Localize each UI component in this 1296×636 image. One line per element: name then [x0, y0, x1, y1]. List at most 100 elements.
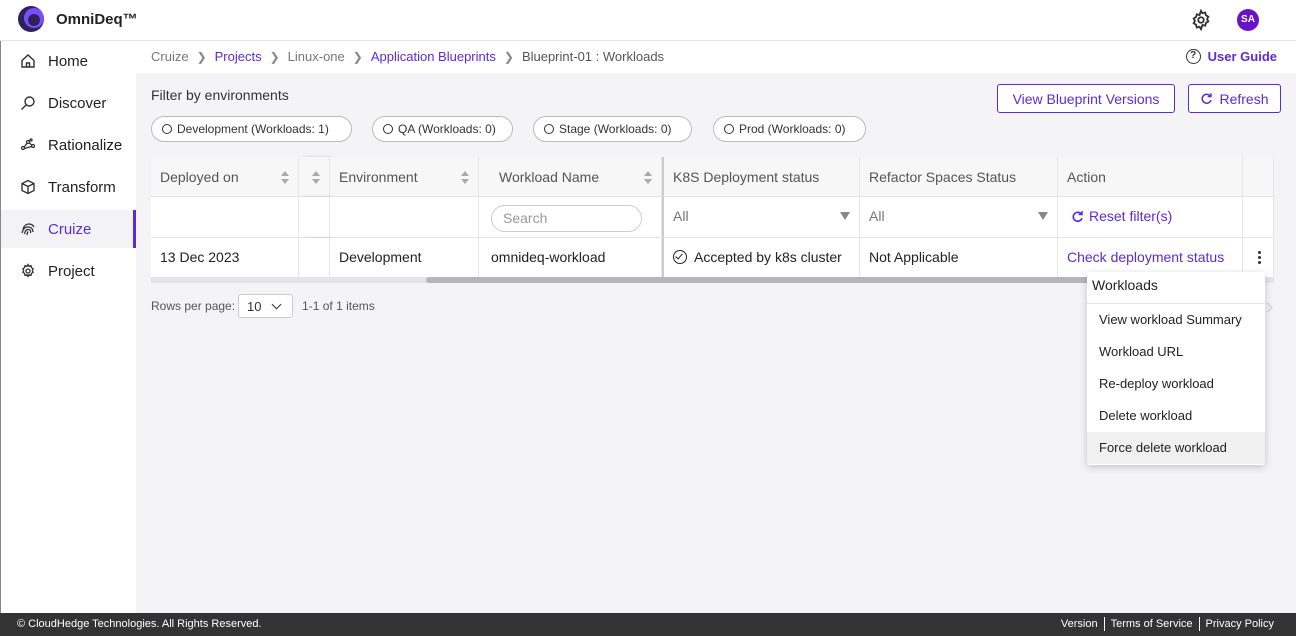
refresh-button[interactable]: Refresh: [1188, 84, 1281, 113]
help-icon: ?: [1185, 49, 1201, 64]
filter-cell: Search: [479, 197, 662, 238]
workloads-table: Deployed on Environment Workload Name K8…: [151, 157, 1274, 283]
user-avatar[interactable]: SA: [1237, 9, 1259, 31]
breadcrumb-projects[interactable]: Projects: [215, 49, 262, 64]
radio-icon: [544, 124, 554, 134]
filter-cell: [299, 197, 330, 238]
footer-link-privacy[interactable]: Privacy Policy: [1200, 618, 1280, 630]
breadcrumb: Cruize ❯ Projects ❯ Linux-one ❯ Applicat…: [151, 49, 664, 64]
k8s-status-filter[interactable]: All: [662, 197, 860, 238]
filter-icon[interactable]: [1038, 212, 1048, 220]
column-header-blank[interactable]: [299, 157, 330, 197]
reset-icon: [1072, 210, 1083, 222]
search-icon: [21, 96, 35, 110]
chevron-down-icon: [271, 299, 282, 310]
settings-gear-icon[interactable]: [1190, 9, 1212, 31]
column-header-label: Workload Name: [499, 169, 600, 185]
rationalize-icon: [20, 138, 36, 151]
column-header-menu: [1243, 157, 1274, 197]
breadcrumb-cruize[interactable]: Cruize: [151, 49, 189, 64]
fingerprint-icon: [21, 223, 35, 236]
column-header-refactor-status[interactable]: Refactor Spaces Status: [860, 157, 1058, 197]
column-header-workload-name[interactable]: Workload Name: [479, 157, 662, 197]
reset-filters-button[interactable]: Reset filter(s): [1071, 208, 1172, 224]
workload-search-input[interactable]: Search: [491, 205, 642, 232]
filter-cell: [1243, 197, 1274, 238]
env-chip-development[interactable]: Development (Workloads: 1): [151, 116, 352, 142]
reset-filters-label: Reset filter(s): [1089, 208, 1173, 224]
filter-cell: [151, 197, 299, 238]
chip-label: Stage (Workloads: 0): [559, 122, 672, 136]
menu-item-view-summary[interactable]: View workload Summary: [1087, 304, 1265, 336]
sidebar-item-label: Transform: [48, 179, 116, 196]
chevron-right-icon: ❯: [503, 49, 514, 64]
main-content: Cruize ❯ Projects ❯ Linux-one ❯ Applicat…: [136, 41, 1296, 613]
more-vertical-icon[interactable]: [1258, 251, 1262, 265]
workload-actions-menu: Workloads View workload Summary Workload…: [1087, 272, 1265, 465]
sort-icon[interactable]: [281, 171, 289, 185]
chevron-right-icon: ❯: [196, 49, 207, 64]
filter-cell: [330, 197, 479, 238]
brand-name[interactable]: OmniDeq™: [56, 11, 138, 28]
env-chip-stage[interactable]: Stage (Workloads: 0): [533, 116, 692, 142]
sort-icon[interactable]: [461, 171, 469, 185]
sidebar-item-label: Home: [48, 53, 89, 70]
rows-per-page-value: 10: [247, 298, 262, 314]
sort-icon[interactable]: [644, 171, 652, 185]
view-blueprint-versions-button[interactable]: View Blueprint Versions: [997, 84, 1175, 113]
sidebar-item-home[interactable]: Home: [1, 42, 136, 80]
footer-link-terms[interactable]: Terms of Service: [1105, 618, 1199, 630]
cell-environment: Development: [330, 238, 479, 278]
user-guide-label: User Guide: [1207, 49, 1277, 64]
copyright-text: © CloudHedge Technologies. All Rights Re…: [17, 618, 262, 630]
pagination: Rows per page: 10 1-1 of 1 items: [151, 294, 375, 318]
menu-item-delete[interactable]: Delete workload: [1087, 400, 1265, 432]
footer: © CloudHedge Technologies. All Rights Re…: [0, 613, 1296, 636]
sidebar-item-rationalize[interactable]: Rationalize: [1, 126, 136, 164]
refresh-icon: [1202, 93, 1213, 104]
sidebar-item-discover[interactable]: Discover: [1, 84, 136, 122]
rows-per-page-select[interactable]: 10: [238, 294, 294, 318]
column-header-environment[interactable]: Environment: [330, 157, 479, 197]
column-header-action[interactable]: Action: [1058, 157, 1243, 197]
menu-item-force-delete[interactable]: Force delete workload: [1087, 432, 1265, 464]
sidebar-item-cruize[interactable]: Cruize: [1, 210, 136, 248]
home-icon: [21, 54, 35, 68]
radio-icon: [383, 124, 393, 134]
footer-links: Version Terms of Service Privacy Policy: [1055, 617, 1280, 631]
menu-item-redeploy[interactable]: Re-deploy workload: [1087, 368, 1265, 400]
breadcrumb-bar: Cruize ❯ Projects ❯ Linux-one ❯ Applicat…: [136, 41, 1296, 73]
filter-title: Filter by environments: [151, 87, 289, 103]
omnideq-logo[interactable]: [18, 6, 44, 32]
breadcrumb-project-name[interactable]: Linux-one: [288, 49, 345, 64]
refactor-status-filter[interactable]: All: [860, 197, 1058, 238]
footer-link-version[interactable]: Version: [1055, 618, 1104, 630]
column-header-deployed-on[interactable]: Deployed on: [151, 157, 299, 197]
filter-value: All: [869, 208, 885, 224]
radio-icon: [724, 124, 734, 134]
radio-icon: [162, 124, 172, 134]
check-deployment-status-link[interactable]: Check deployment status: [1067, 249, 1224, 265]
column-header-label: Deployed on: [160, 169, 239, 185]
filter-icon[interactable]: [840, 212, 850, 220]
menu-item-workload-url[interactable]: Workload URL: [1087, 336, 1265, 368]
filter-value: All: [673, 208, 689, 224]
chip-label: Development (Workloads: 1): [177, 122, 329, 136]
column-header-label: Action: [1067, 169, 1106, 185]
items-count: 1-1 of 1 items: [302, 299, 375, 313]
env-chip-prod[interactable]: Prod (Workloads: 0): [713, 116, 866, 142]
chevron-right-icon: ❯: [269, 49, 280, 64]
env-chip-qa[interactable]: QA (Workloads: 0): [372, 116, 513, 142]
sidebar-item-transform[interactable]: Transform: [1, 168, 136, 206]
column-header-k8s-status[interactable]: K8S Deployment status: [662, 157, 860, 197]
user-guide-link[interactable]: ? User Guide: [1185, 49, 1277, 64]
chevron-right-icon: ❯: [352, 49, 363, 64]
sort-icon[interactable]: [312, 171, 320, 185]
breadcrumb-current: Blueprint-01 : Workloads: [521, 49, 665, 64]
sidebar-item-label: Rationalize: [48, 137, 123, 154]
sidebar-item-project[interactable]: Project: [1, 252, 136, 290]
column-header-label: Environment: [339, 169, 418, 185]
sidebar-item-label: Discover: [48, 95, 107, 112]
breadcrumb-application-blueprints[interactable]: Application Blueprints: [371, 49, 496, 64]
sidebar: Home Discover Rationalize Transform Crui…: [0, 41, 136, 613]
